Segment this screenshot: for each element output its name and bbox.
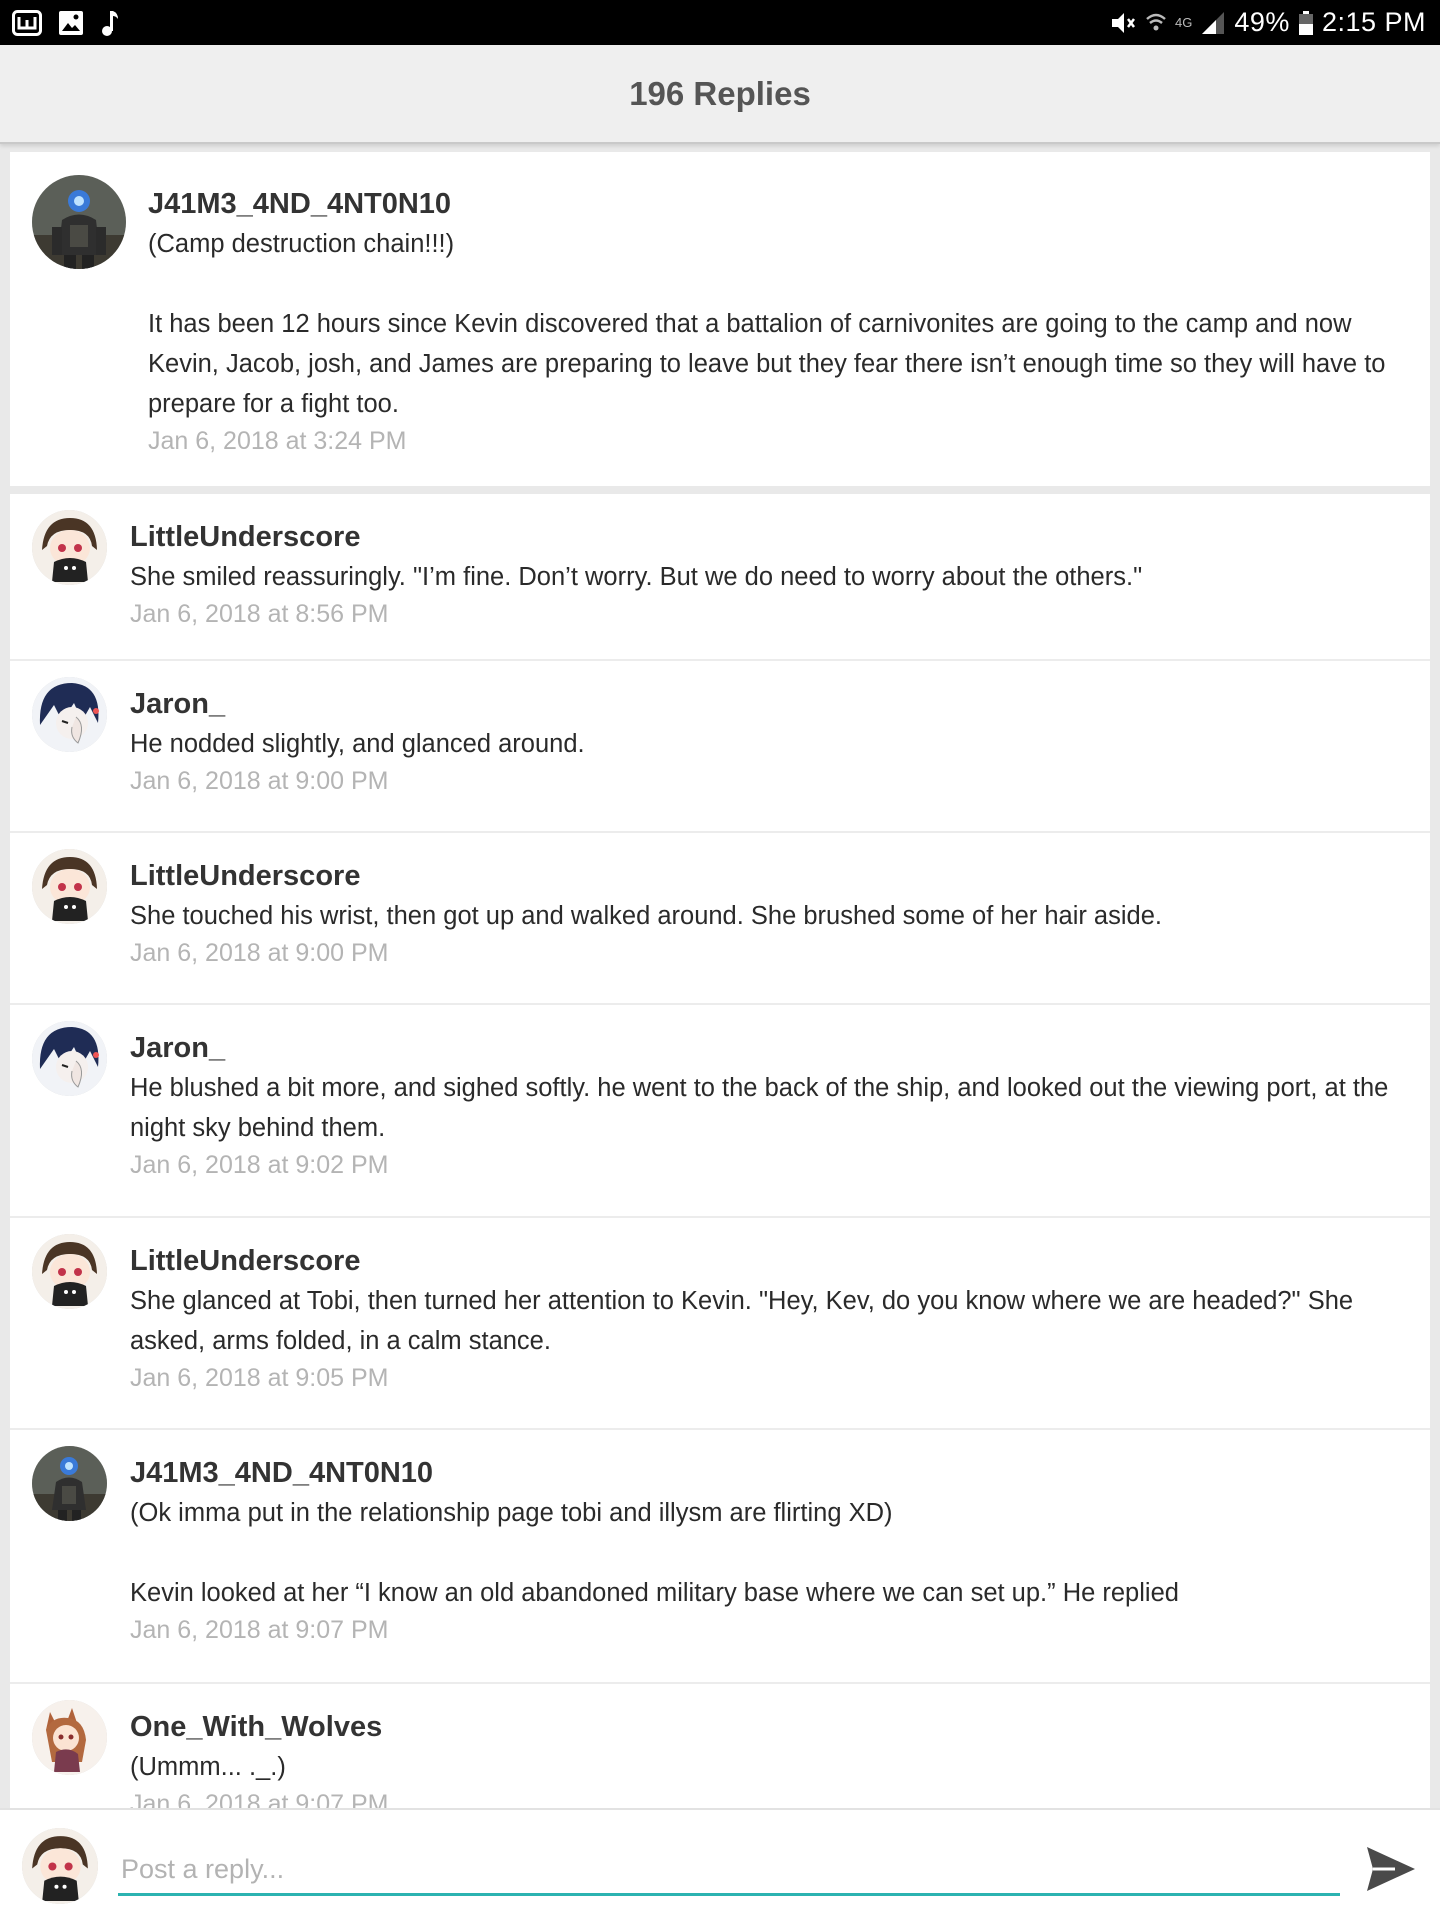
avatar[interactable] [32,1446,107,1521]
reply-text: He blushed a bit more, and sighed softly… [130,1074,1389,1142]
reply-author[interactable]: J41M3_4ND_4NT0N10 [130,1453,1406,1493]
wifi-icon [1145,10,1167,36]
post-author[interactable]: J41M3_4ND_4NT0N10 [148,184,1410,224]
battery-percent: 49% [1234,7,1290,37]
post-text: (Camp destruction chain!!!) [148,230,455,258]
reply-text: (Ummm... ._.) [130,1753,286,1781]
reply-text: (Ok imma put in the relationship page to… [130,1499,893,1527]
reply-text: He nodded slightly, and glanced around. [130,730,585,758]
reply-text: She touched his wrist, then got up and w… [130,902,1162,930]
page-title: 196 Replies [629,74,811,112]
my-avatar [22,1828,98,1904]
list-item: J41M3_4ND_4NT0N10 (Ok imma put in the re… [10,1430,1430,1684]
post-text: It has been 12 hours since Kevin discove… [148,310,1386,418]
list-item: One_With_Wolves (Ummm... ._.) Jan 6, 201… [10,1684,1430,1809]
reply-timestamp: Jan 6, 2018 at 9:07 PM [130,1790,389,1809]
reply-input[interactable] [118,1846,1340,1896]
reply-author[interactable]: Jaron_ [130,1028,1406,1068]
reply-author[interactable]: LittleUnderscore [130,517,1406,557]
reply-author[interactable]: LittleUnderscore [130,856,1406,896]
battery-icon [1298,10,1314,36]
avatar[interactable] [32,1234,107,1309]
reply-author[interactable]: One_With_Wolves [130,1707,1406,1747]
send-icon [1367,1847,1415,1891]
send-button[interactable] [1362,1842,1420,1896]
reply-timestamp: Jan 6, 2018 at 9:00 PM [130,939,389,967]
reply-list[interactable]: LittleUnderscore She smiled reassuringly… [10,494,1430,1809]
avatar[interactable] [32,1700,107,1775]
reply-text: She glanced at Tobi, then turned her att… [130,1287,1354,1355]
avatar[interactable] [32,510,107,585]
gallery-icon [58,10,84,36]
reply-author[interactable]: LittleUnderscore [130,1241,1406,1281]
reply-timestamp: Jan 6, 2018 at 9:07 PM [130,1616,389,1644]
music-note-icon [100,9,120,37]
list-item: LittleUnderscore She smiled reassuringly… [10,494,1430,661]
avatar[interactable] [32,175,126,269]
avatar[interactable] [32,849,107,924]
status-bar: 4G 49% 2:15 PM [0,0,1440,45]
signal-icon [1200,10,1226,36]
network-type: 4G [1175,15,1193,30]
post-timestamp: Jan 6, 2018 at 3:24 PM [148,427,407,455]
list-item: Jaron_ He blushed a bit more, and sighed… [10,1005,1430,1218]
avatar[interactable] [32,1021,107,1096]
list-item: Jaron_ He nodded slightly, and glanced a… [10,661,1430,833]
replies-header: 196 Replies [0,45,1440,144]
clock: 2:15 PM [1321,7,1426,37]
list-item: LittleUnderscore She glanced at Tobi, th… [10,1218,1430,1430]
list-item: LittleUnderscore She touched his wrist, … [10,833,1430,1005]
mute-icon [1109,10,1137,36]
app-icon [12,9,42,36]
reply-text: She smiled reassuringly. "I’m fine. Don’… [130,563,1143,591]
reply-timestamp: Jan 6, 2018 at 9:02 PM [130,1151,389,1179]
reply-timestamp: Jan 6, 2018 at 9:00 PM [130,767,389,795]
reply-timestamp: Jan 6, 2018 at 9:05 PM [130,1364,389,1392]
reply-author[interactable]: Jaron_ [130,684,1406,724]
reply-text: Kevin looked at her “I know an old aband… [130,1579,1179,1607]
reply-composer [0,1808,1440,1920]
original-post: J41M3_4ND_4NT0N10 (Camp destruction chai… [10,152,1430,486]
avatar[interactable] [32,677,107,752]
reply-timestamp: Jan 6, 2018 at 8:56 PM [130,600,389,628]
